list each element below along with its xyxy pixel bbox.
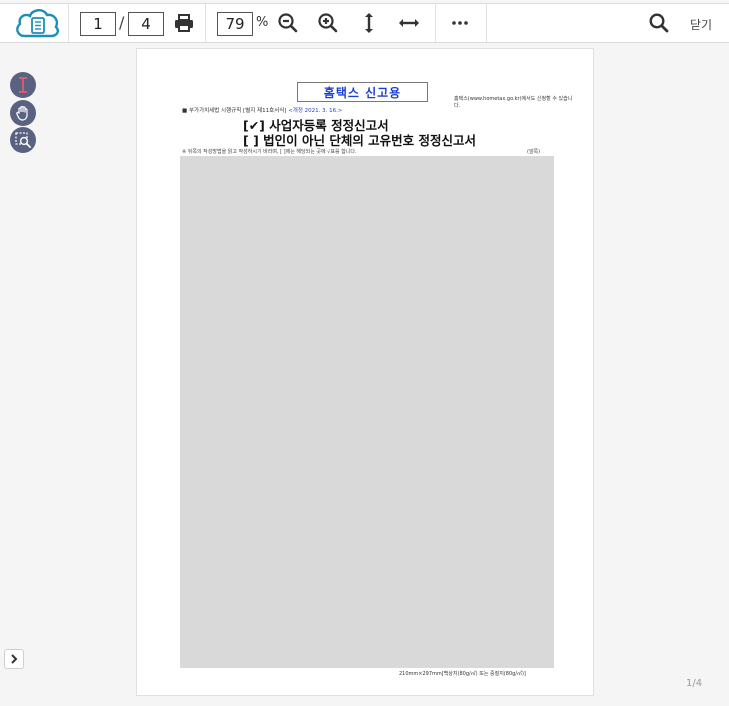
zoom-input[interactable]: 79 [217,12,253,36]
cloud-document-icon[interactable] [10,4,64,42]
zoom-out-icon[interactable] [275,4,301,42]
area-zoom-icon[interactable] [10,127,36,153]
law-reference: ■ 부가가치세법 시행규칙 [별지 제11호서식] <개정 2021. 3. 1… [182,106,343,114]
search-icon[interactable] [646,4,672,42]
law-revision-date: <개정 2021. 3. 16.> [288,108,343,114]
paper-spec: 210mm×297mm[백상지(80g/㎡) 또는 중질지(80g/㎡)] [399,671,526,677]
document-page: 홈택스 신고용 홈택스(www.hometax.go.kr)에서도 신청할 수 … [136,48,594,696]
current-page-input[interactable]: 1 [80,12,116,36]
zoom-unit: % [256,15,269,30]
fit-height-icon[interactable] [358,4,380,42]
page-indicator: 1/4 [686,678,703,689]
total-pages: 4 [128,12,164,36]
hometax-stamp: 홈택스 신고용 [297,82,428,102]
form-content-area [180,156,554,668]
viewer-toolbar: 1 / 4 79 % 닫기 [0,3,729,43]
form-title-line2: [ ] 법인이 아닌 단체의 고유번호 정정신고서 [243,133,477,148]
print-icon[interactable] [170,4,198,42]
chevron-right-icon [11,654,18,664]
close-button[interactable]: 닫기 [690,16,712,33]
fit-width-icon[interactable] [396,4,422,42]
hometax-note: 홈택스(www.hometax.go.kr)에서도 신청할 수 있습니다. [454,96,573,109]
expand-sidebar-button[interactable] [4,649,24,669]
front-side-label: (앞쪽) [527,149,541,155]
form-instruction: ※ 뒤쪽의 작성방법을 읽고 작성하시기 바라며, [ ]에는 해당되는 곳에 … [182,149,357,155]
more-options-icon[interactable] [447,4,473,42]
page-separator: / [119,13,125,32]
zoom-in-icon[interactable] [315,4,341,42]
law-reference-text: ■ 부가가치세법 시행규칙 [별지 제11호서식] [182,108,287,114]
text-select-icon[interactable] [10,72,36,98]
hand-pan-icon[interactable] [10,100,36,126]
